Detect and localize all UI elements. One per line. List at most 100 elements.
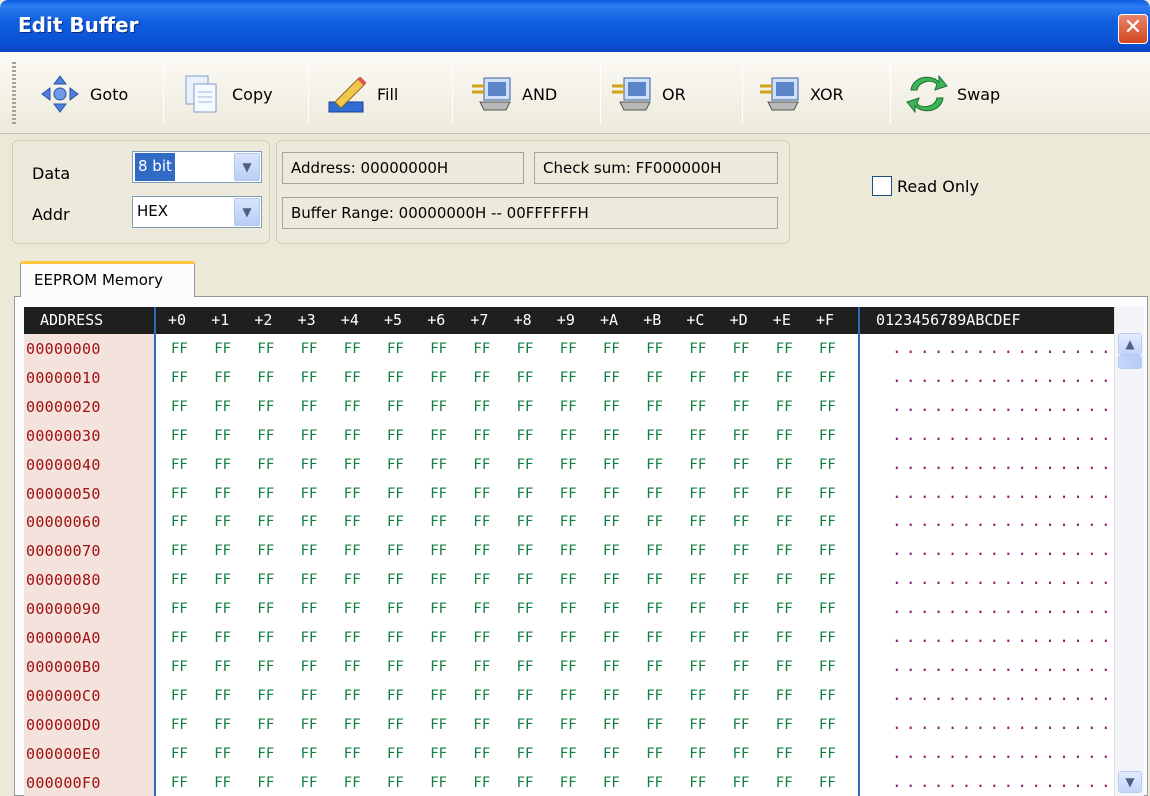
byte-cell[interactable]: FF [517,543,534,559]
byte-cell[interactable]: FF [646,370,663,386]
byte-cell[interactable]: FF [473,717,490,733]
byte-cell[interactable]: FF [344,428,361,444]
ascii-cell[interactable]: ................ [892,714,1114,733]
byte-cell[interactable]: FF [560,659,577,675]
byte-cell[interactable]: FF [473,486,490,502]
table-row[interactable]: 00000090 FF FF FF FF FF FF FF FF FF FF FF FF FF FF FF FF… [24,596,1114,624]
byte-cell[interactable]: FF [214,428,231,444]
byte-cell[interactable]: FF [819,717,836,733]
vertical-scrollbar[interactable]: ▲ ▼ [1114,307,1144,796]
byte-cell[interactable]: FF [473,341,490,357]
byte-cell[interactable]: FF [689,572,706,588]
byte-cell[interactable]: FF [430,688,447,704]
byte-cell[interactable]: FF [517,746,534,762]
table-row[interactable]: 00000060 FF FF FF FF FF FF FF FF FF FF FF FF FF FF FF FF… [24,509,1114,537]
byte-cell[interactable]: FF [387,399,404,415]
byte-cell[interactable]: FF [560,514,577,530]
byte-cell[interactable]: FF [171,341,188,357]
byte-cell[interactable]: FF [430,630,447,646]
byte-cell[interactable]: FF [387,543,404,559]
byte-cell[interactable]: FF [430,717,447,733]
byte-cell[interactable]: FF [646,428,663,444]
byte-cell[interactable]: FF [517,630,534,646]
table-row[interactable]: 00000070 FF FF FF FF FF FF FF FF FF FF FF FF FF FF FF FF… [24,538,1114,566]
scroll-thumb[interactable] [1118,355,1142,369]
byte-cell[interactable]: FF [560,457,577,473]
byte-cell[interactable]: FF [387,775,404,791]
byte-cell[interactable]: FF [387,630,404,646]
table-row[interactable]: 000000E0 FF FF FF FF FF FF FF FF FF FF FF FF FF FF FF FF… [24,741,1114,769]
byte-cell[interactable]: FF [560,572,577,588]
table-row[interactable]: 00000050 FF FF FF FF FF FF FF FF FF FF FF FF FF FF FF FF… [24,481,1114,509]
byte-cell[interactable]: FF [301,630,318,646]
byte-cell[interactable]: FF [387,486,404,502]
byte-cell[interactable]: FF [517,457,534,473]
byte-cell[interactable]: FF [603,630,620,646]
byte-cell[interactable]: FF [301,486,318,502]
byte-cell[interactable]: FF [214,370,231,386]
byte-cell[interactable]: FF [733,543,750,559]
byte-cell[interactable]: FF [603,746,620,762]
ascii-cell[interactable]: ................ [892,598,1114,617]
tab-eeprom-memory[interactable]: EEPROM Memory [20,261,195,297]
byte-cell[interactable]: FF [473,630,490,646]
byte-cell[interactable]: FF [733,630,750,646]
byte-cell[interactable]: FF [776,399,793,415]
byte-cell[interactable]: FF [819,428,836,444]
byte-cell[interactable]: FF [257,341,274,357]
scroll-down-icon[interactable]: ▼ [1118,771,1142,793]
byte-cell[interactable]: FF [430,775,447,791]
byte-cell[interactable]: FF [387,514,404,530]
byte-cell[interactable]: FF [603,717,620,733]
byte-cell[interactable]: FF [214,457,231,473]
byte-cell[interactable]: FF [560,688,577,704]
byte-cell[interactable]: FF [646,543,663,559]
table-row[interactable]: 00000020 FF FF FF FF FF FF FF FF FF FF FF FF FF FF FF FF… [24,394,1114,422]
byte-cell[interactable]: FF [560,486,577,502]
byte-cell[interactable]: FF [473,746,490,762]
byte-cell[interactable]: FF [776,746,793,762]
byte-cell[interactable]: FF [689,601,706,617]
byte-cell[interactable]: FF [776,688,793,704]
byte-cell[interactable]: FF [689,630,706,646]
byte-cell[interactable]: FF [301,775,318,791]
byte-cell[interactable]: FF [257,399,274,415]
byte-cell[interactable]: FF [603,486,620,502]
byte-cell[interactable]: FF [214,775,231,791]
toolbar-grip[interactable] [12,62,16,124]
read-only-label[interactable]: Read Only [897,177,979,196]
table-row[interactable]: 000000D0 FF FF FF FF FF FF FF FF FF FF FF FF FF FF FF FF… [24,712,1114,740]
byte-cell[interactable]: FF [171,717,188,733]
byte-cell[interactable]: FF [603,659,620,675]
byte-cell[interactable]: FF [257,428,274,444]
byte-cell[interactable]: FF [646,775,663,791]
byte-cell[interactable]: FF [430,659,447,675]
byte-cell[interactable]: FF [819,399,836,415]
byte-cell[interactable]: FF [517,572,534,588]
byte-cell[interactable]: FF [344,601,361,617]
byte-cell[interactable]: FF [257,659,274,675]
byte-cell[interactable]: FF [603,572,620,588]
byte-cell[interactable]: FF [776,572,793,588]
byte-cell[interactable]: FF [257,543,274,559]
byte-cell[interactable]: FF [430,572,447,588]
byte-cell[interactable]: FF [517,428,534,444]
byte-cell[interactable]: FF [603,775,620,791]
ascii-cell[interactable]: ................ [892,540,1114,559]
byte-cell[interactable]: FF [603,370,620,386]
table-row[interactable]: 00000040 FF FF FF FF FF FF FF FF FF FF FF FF FF FF FF FF… [24,452,1114,480]
byte-cell[interactable]: FF [430,514,447,530]
fill-button[interactable]: Fill [325,72,398,116]
byte-cell[interactable]: FF [301,370,318,386]
byte-cell[interactable]: FF [430,370,447,386]
byte-cell[interactable]: FF [689,486,706,502]
byte-cell[interactable]: FF [473,775,490,791]
byte-cell[interactable]: FF [171,457,188,473]
byte-cell[interactable]: FF [301,428,318,444]
byte-cell[interactable]: FF [646,746,663,762]
byte-cell[interactable]: FF [733,370,750,386]
byte-cell[interactable]: FF [646,341,663,357]
byte-cell[interactable]: FF [257,688,274,704]
byte-cell[interactable]: FF [517,775,534,791]
byte-cell[interactable]: FF [776,717,793,733]
